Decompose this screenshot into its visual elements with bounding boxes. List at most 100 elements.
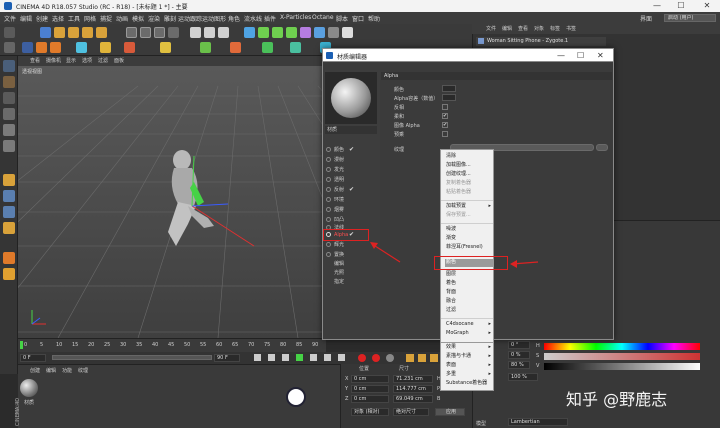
rotate-icon[interactable] (82, 27, 93, 38)
invert-checkbox[interactable] (442, 104, 448, 110)
menu-item-create-texture[interactable]: 创建纹理... (445, 171, 493, 179)
prev-frame-icon[interactable] (282, 354, 289, 361)
menu-item-backlight[interactable]: 背面 (445, 289, 493, 297)
size-z-field[interactable]: 69.049 cm (393, 395, 433, 403)
channel-item[interactable]: 颜色 ✔ (325, 146, 377, 154)
channel-item[interactable]: 指定 (325, 278, 377, 286)
texture-mode-icon[interactable] (3, 76, 15, 88)
channel-item[interactable]: 环境 (325, 196, 377, 204)
menu-item-multi[interactable]: 多重 ▸ (445, 371, 493, 379)
live-select-icon[interactable] (40, 27, 51, 38)
viewport-menu-display[interactable]: 显示 (66, 57, 76, 64)
pen-icon[interactable] (258, 27, 269, 38)
end-frame-field[interactable]: 90 F (214, 354, 240, 362)
menu-pipeline[interactable]: 流水线 (244, 14, 262, 23)
menu-window[interactable]: 窗口 (352, 14, 364, 23)
menu-simulate[interactable]: 模拟 (132, 14, 144, 23)
dialog-maximize-button[interactable]: ☐ (577, 51, 584, 60)
next-frame-icon[interactable] (310, 354, 317, 361)
render-view-icon[interactable] (190, 27, 201, 38)
locked-workplane-icon[interactable] (124, 42, 135, 53)
menu-item-mograph[interactable]: MoGraph ▸ (445, 330, 493, 338)
channel-item[interactable]: 凹凸 (325, 216, 377, 224)
polygons-mode-icon[interactable] (50, 42, 61, 53)
mat-menu-function[interactable]: 功能 (62, 367, 72, 374)
channel-item[interactable]: 发光 (325, 166, 377, 174)
perspective-viewport[interactable] (0, 56, 539, 339)
maximize-button[interactable]: ☐ (672, 0, 690, 12)
z-axis-icon[interactable] (154, 27, 165, 38)
play-icon[interactable] (296, 354, 303, 361)
brightness-field[interactable]: 100 % (508, 373, 538, 381)
material-preview[interactable] (325, 72, 377, 124)
render-settings-icon[interactable] (218, 27, 229, 38)
workplane-grid-icon[interactable] (3, 268, 15, 280)
menu-tools[interactable]: 工具 (68, 14, 80, 23)
menu-item-sketch-toon[interactable]: 素描与卡通 ▸ (445, 353, 493, 361)
move-icon[interactable] (54, 27, 65, 38)
autokey-icon[interactable] (372, 354, 380, 362)
illumination-model-dropdown[interactable]: Lambertian (508, 418, 568, 426)
edges-icon[interactable] (3, 124, 15, 136)
value-slider[interactable] (544, 363, 700, 370)
saturation-slider[interactable] (544, 353, 700, 360)
hue-slider[interactable] (544, 343, 700, 350)
current-frame-marker[interactable] (20, 341, 23, 349)
menu-item-c4doctane[interactable]: C4dsocane ▸ (445, 321, 493, 329)
minimize-button[interactable]: — (648, 0, 666, 12)
timeline-ruler[interactable]: 0 5 10 15 20 25 30 35 40 45 50 55 60 65 … (18, 338, 326, 352)
om-menu-bookmarks[interactable]: 书签 (566, 25, 576, 32)
position-key-icon[interactable] (406, 354, 414, 362)
scale-icon[interactable] (68, 27, 79, 38)
next-key-icon[interactable] (324, 354, 331, 361)
edges-mode-icon[interactable] (36, 42, 47, 53)
menu-motion-tracking[interactable]: 运动跟踪 (178, 14, 202, 23)
menu-create[interactable]: 创建 (36, 14, 48, 23)
size-x-field[interactable]: 71.231 cm (393, 375, 433, 383)
cube-icon[interactable] (244, 27, 255, 38)
snap-toggle-icon[interactable] (3, 222, 15, 234)
y-axis-icon[interactable] (140, 27, 151, 38)
menu-item-effects[interactable]: 效果 ▸ (445, 344, 493, 352)
om-menu-objects[interactable]: 对象 (534, 25, 544, 32)
points-mode-icon[interactable] (22, 42, 33, 53)
menu-item-load-preset[interactable]: 加载预置 ▸ (445, 203, 493, 211)
floor-icon[interactable] (314, 27, 325, 38)
h-value-field[interactable]: 0 ° (508, 341, 530, 349)
frame-range-slider[interactable] (52, 355, 212, 360)
undo-icon[interactable] (4, 27, 15, 38)
size-mode-dropdown[interactable]: 绝对尺寸 (393, 408, 429, 416)
viewport-menu-camera[interactable]: 摄像机 (46, 57, 61, 64)
coordinate-mode-dropdown[interactable]: 对象 (相对) (351, 408, 389, 416)
object-name[interactable]: Woman Sitting Phone - Zygote.1 (487, 38, 568, 44)
channel-item[interactable]: 烟雾 (325, 206, 377, 214)
solo-icon[interactable] (3, 206, 15, 218)
menu-item-colorizer[interactable]: 着色 (445, 280, 493, 288)
x-axis-icon[interactable] (126, 27, 137, 38)
s-value-field[interactable]: 0 % (508, 351, 530, 359)
menu-help[interactable]: 帮助 (368, 14, 380, 23)
apply-button[interactable]: 应用 (435, 408, 465, 416)
workplane-icon[interactable] (100, 42, 111, 53)
material-swatch[interactable] (20, 379, 38, 397)
paint-icon[interactable] (3, 252, 15, 264)
model-mode-icon[interactable] (3, 60, 15, 72)
close-button[interactable]: ✕ (698, 0, 716, 12)
viewport-menu-options[interactable]: 选项 (82, 57, 92, 64)
position-y-field[interactable]: 0 cm (351, 385, 389, 393)
position-x-field[interactable]: 0 cm (351, 375, 389, 383)
keyframe-selection-icon[interactable] (386, 354, 394, 362)
xp-emitter-icon[interactable] (200, 42, 211, 53)
menu-item-layer[interactable]: 图层 (445, 271, 493, 279)
scale-key-icon[interactable] (418, 354, 426, 362)
menu-script[interactable]: 脚本 (336, 14, 348, 23)
om-menu-view[interactable]: 查看 (518, 25, 528, 32)
menu-x-particles[interactable]: X-Particles (280, 14, 311, 21)
menu-character[interactable]: 角色 (228, 14, 240, 23)
viewport-menu-filter[interactable]: 过滤 (98, 57, 108, 64)
interface-dropdown[interactable]: 启动 (用户) (664, 14, 716, 22)
menu-select[interactable]: 选择 (52, 14, 64, 23)
menu-edit[interactable]: 编辑 (20, 14, 32, 23)
menu-octane[interactable]: Octane (312, 14, 334, 21)
mat-menu-edit[interactable]: 编辑 (46, 367, 56, 374)
